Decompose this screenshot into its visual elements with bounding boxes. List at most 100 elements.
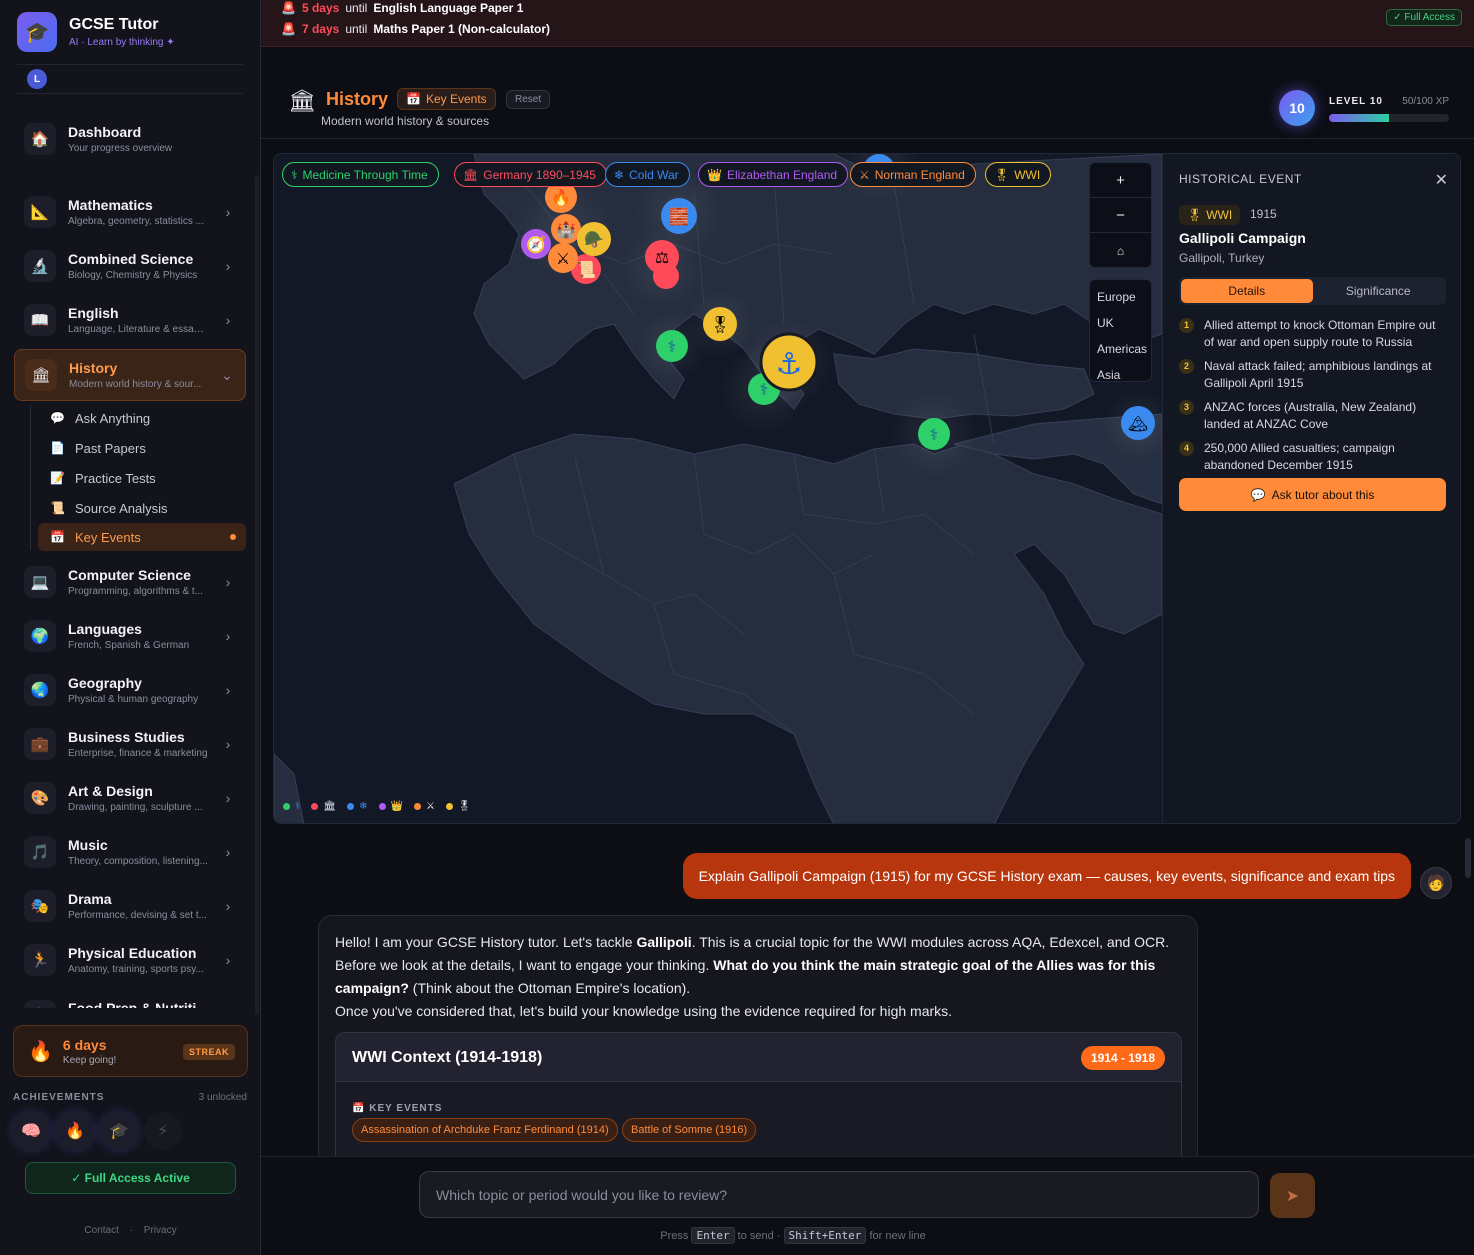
brick-wall-icon: 🧱: [669, 207, 689, 226]
crown-icon: 👑: [707, 167, 722, 182]
streak-card: 🔥 6 days Keep going! STREAK: [13, 1025, 248, 1077]
marker-germany[interactable]: [653, 263, 679, 289]
user-message: Explain Gallipoli Campaign (1915) for my…: [682, 853, 1411, 899]
tutor-message: Hello! I am your GCSE History tutor. Let…: [318, 915, 1198, 1156]
chevron-right-icon: ›: [225, 736, 231, 752]
region-asia[interactable]: Asia: [1090, 362, 1151, 388]
chip-label: Medicine Through Time: [302, 167, 428, 182]
ruler-triangle-icon: 📐: [24, 196, 56, 228]
sidebar-item-business-studies[interactable]: 💼 Business Studies Enterprise, finance & …: [14, 721, 246, 767]
legend-dot: [347, 803, 355, 810]
caduceus-icon: ⚕: [930, 427, 939, 444]
sidebar-item-sub: Anatomy, training, sports psy...: [68, 964, 204, 975]
sub-item-key-events[interactable]: 📅 Key Events: [38, 523, 246, 551]
sidebar-scrollbar[interactable]: [255, 175, 259, 1015]
event-year: 1915: [1250, 207, 1277, 221]
filter-chip-wwi[interactable]: 🎖 WWI: [985, 162, 1052, 187]
sidebar-item-combined-science[interactable]: 🔬 Combined Science Biology, Chemistry & P…: [14, 243, 246, 289]
sidebar-item-drama[interactable]: 🎭 Drama Performance, devising & set t... …: [14, 883, 246, 929]
avatar[interactable]: L: [27, 69, 47, 89]
key-event-chip[interactable]: Assassination of Archduke Franz Ferdinan…: [352, 1118, 618, 1142]
sidebar-item-food-prep[interactable]: 🍳 Food Prep & Nutriti: [14, 992, 246, 1008]
tab-significance[interactable]: Significance: [1313, 279, 1445, 303]
sidebar-item-dashboard[interactable]: 🏠 Dashboard Your progress overview: [14, 116, 246, 162]
zoom-out-button[interactable]: −: [1090, 198, 1151, 233]
list-number: 4: [1179, 441, 1194, 456]
sidebar-item-computer-science[interactable]: 💻 Computer Science Programming, algorithm…: [14, 559, 246, 605]
full-access-pill: ✓ Full Access: [1386, 9, 1462, 26]
page-icon: 📄: [50, 441, 65, 455]
streak-days: 6 days: [62, 1036, 107, 1053]
countdown-days: 7 days: [301, 22, 340, 36]
brain-icon[interactable]: 🧠: [12, 1112, 50, 1150]
sidebar-item-label: Food Prep & Nutriti: [68, 1000, 197, 1008]
sidebar-item-physical-education[interactable]: 🏃 Physical Education Anatomy, training, s…: [14, 937, 246, 983]
chevron-down-icon: ⌄: [221, 366, 233, 383]
palette-icon: 🎨: [24, 782, 56, 814]
music-note-icon: 🎵: [24, 836, 56, 868]
privacy-link[interactable]: Privacy: [144, 1225, 177, 1236]
chat-input[interactable]: [419, 1171, 1259, 1218]
sidebar-item-sub: Your progress overview: [68, 143, 173, 154]
sidebar-item-mathematics[interactable]: 📐 Mathematics Algebra, geometry, statisti…: [14, 189, 246, 235]
classical-building-icon: 🏛: [463, 167, 479, 182]
fire-icon[interactable]: 🔥: [56, 1112, 94, 1150]
world-map[interactable]: 🔥 🧭 🏰 📜 ⚔ 🪖 🧱 ⚖ 🎖 ⚕ ⚕ ⚓ ⚕ 🏔 ⚕ Medicine Th…: [274, 154, 1173, 823]
sub-item-source-analysis[interactable]: 📜 Source Analysis: [38, 494, 246, 522]
filter-chip-cold-war[interactable]: ❄ Cold War: [605, 162, 690, 187]
contact-link[interactable]: Contact: [84, 1225, 118, 1236]
graduation-cap-icon[interactable]: 🎓: [100, 1112, 138, 1150]
lightning-locked-icon[interactable]: ⚡: [144, 1112, 182, 1150]
crown-icon: 👑: [390, 801, 403, 812]
calendar-icon: 📅: [352, 1103, 370, 1114]
filter-chip-elizabethan[interactable]: 👑 Elizabethan England: [698, 162, 849, 187]
tab-details[interactable]: Details: [1181, 279, 1313, 303]
globe-icon: 🌍: [24, 620, 56, 652]
ask-tutor-label: Ask tutor about this: [1271, 487, 1375, 502]
fire-icon: 🔥: [28, 1040, 53, 1063]
sidebar: 🎓 GCSE Tutor AI · Learn by thinking ✦ L …: [0, 0, 261, 1255]
filter-chip-medicine[interactable]: ⚕ Medicine Through Time: [282, 162, 439, 187]
sidebar-clip: 🍳 Food Prep & Nutriti: [14, 992, 246, 1008]
filter-chip-germany[interactable]: 🏛 Germany 1890–1945: [454, 162, 607, 187]
sub-item-practice-tests[interactable]: 📝 Practice Tests: [38, 464, 246, 492]
filter-chip-norman[interactable]: ⚔ Norman England: [850, 162, 976, 187]
sidebar-item-geography[interactable]: 🌏 Geography Physical & human geography ›: [14, 667, 246, 713]
key-event-chip[interactable]: Battle of Somme (1916): [622, 1118, 757, 1142]
sidebar-item-sub: Programming, algorithms & t...: [68, 586, 204, 597]
list-number: 3: [1179, 400, 1194, 415]
chat-scrollbar[interactable]: [1465, 838, 1471, 878]
classical-building-icon: 🏛: [323, 801, 337, 812]
close-icon[interactable]: ✕: [1435, 170, 1448, 190]
reset-button[interactable]: Reset: [506, 90, 551, 109]
scroll-icon: 📜: [576, 261, 596, 279]
send-icon[interactable]: ➤: [1270, 1173, 1315, 1218]
shift-enter-key: Shift+Enter: [783, 1227, 867, 1244]
ask-tutor-button[interactable]: 💬 Ask tutor about this: [1179, 478, 1446, 511]
laptop-icon: 💻: [24, 566, 56, 598]
chevron-right-icon: ›: [225, 682, 231, 698]
sidebar-item-history[interactable]: 🏛 History Modern world history & sour... …: [14, 349, 246, 401]
sidebar-item-english[interactable]: 📖 English Language, Literature & essay ..…: [14, 297, 246, 343]
mode-badge[interactable]: 📅 Key Events: [397, 88, 496, 110]
sub-item-ask-anything[interactable]: 💬 Ask Anything: [38, 404, 246, 432]
region-americas[interactable]: Americas: [1090, 336, 1151, 362]
sidebar-item-music[interactable]: 🎵 Music Theory, composition, listening...…: [14, 829, 246, 875]
brand[interactable]: 🎓 GCSE Tutor AI · Learn by thinking ✦: [17, 12, 175, 52]
brand-subtitle: AI · Learn by thinking ✦: [69, 37, 175, 48]
tutor-paragraph: Once you've considered that, let's build…: [335, 1003, 953, 1019]
zoom-in-button[interactable]: +: [1090, 163, 1151, 198]
list-item: 1 Allied attempt to knock Ottoman Empire …: [1179, 317, 1446, 351]
region-europe[interactable]: Europe: [1090, 284, 1151, 310]
sidebar-item-art-design[interactable]: 🎨 Art & Design Drawing, painting, sculptu…: [14, 775, 246, 821]
tutor-paragraph: Before we look at the details, I want to…: [335, 957, 1156, 996]
region-uk[interactable]: UK: [1090, 310, 1151, 336]
book-icon: 📖: [24, 304, 56, 336]
home-icon[interactable]: ⌂: [1090, 233, 1151, 268]
sub-item-past-papers[interactable]: 📄 Past Papers: [38, 434, 246, 462]
fire-icon: 🔥: [551, 188, 571, 207]
full-access-button[interactable]: ✓ Full Access Active: [25, 1162, 236, 1194]
sidebar-item-languages[interactable]: 🌍 Languages French, Spanish & German ›: [14, 613, 246, 659]
user-bar[interactable]: L: [17, 64, 243, 94]
chevron-right-icon: ›: [225, 898, 231, 914]
